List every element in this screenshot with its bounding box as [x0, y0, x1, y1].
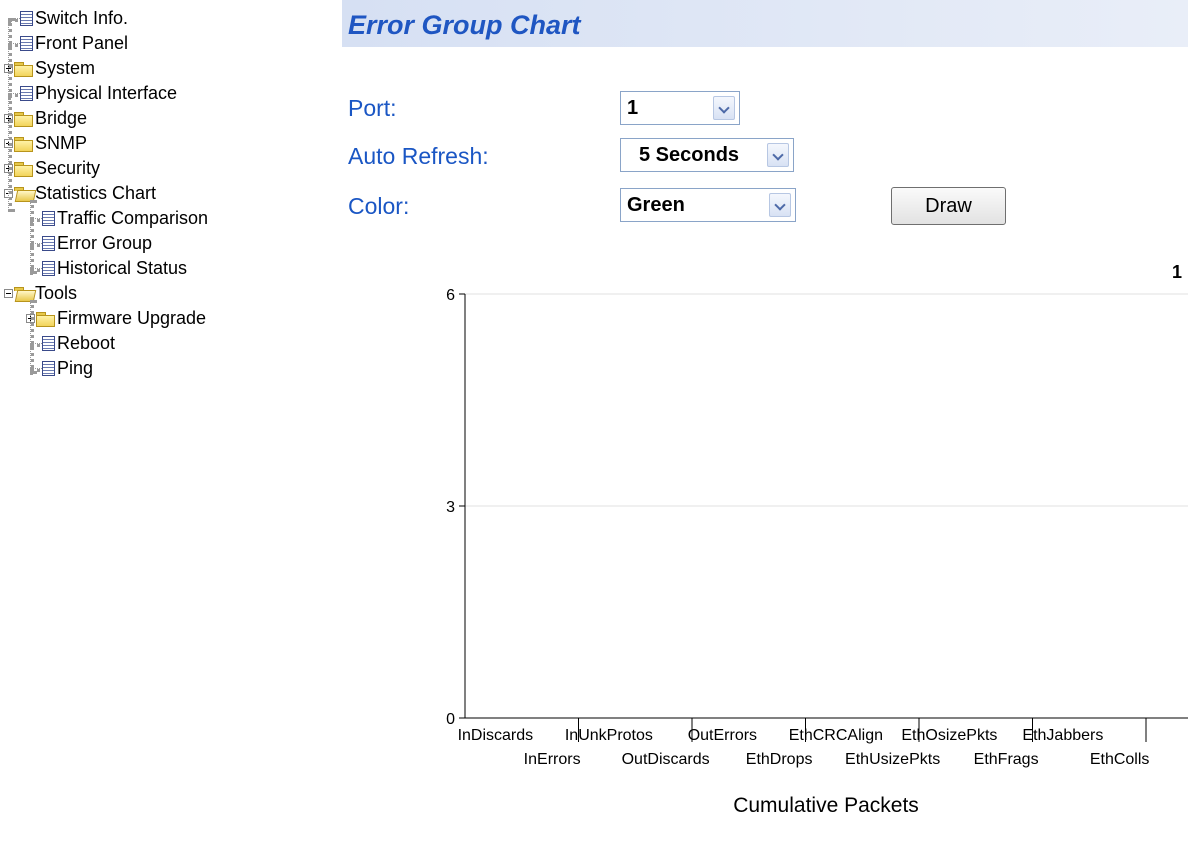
port-select[interactable]: 1	[620, 91, 740, 125]
x-tick-label: InDiscards	[458, 727, 534, 744]
x-tick-label: EthOsizePkts	[901, 727, 997, 744]
x-tick-label: InUnkProtos	[565, 727, 653, 744]
folder-icon	[14, 161, 33, 177]
chevron-down-icon[interactable]	[769, 193, 791, 217]
tree-item-label: Front Panel	[35, 33, 129, 53]
folder-open-icon	[14, 286, 33, 301]
page-icon	[42, 211, 55, 226]
tree-item-snmp[interactable]: SNMP	[4, 131, 87, 156]
folder-open-icon	[14, 186, 33, 201]
folder-icon	[14, 136, 33, 152]
tree-item-reboot[interactable]: Reboot	[26, 331, 115, 356]
x-tick-label: EthFrags	[974, 751, 1039, 768]
x-tick-label: EthColls	[1090, 751, 1150, 768]
tree-connector	[8, 18, 12, 212]
page-header: Error Group Chart	[342, 0, 1188, 47]
x-axis-label: Cumulative Packets	[733, 794, 919, 817]
page-icon	[42, 336, 55, 351]
x-tick-label: EthUsizePkts	[845, 751, 940, 768]
y-tick-label: 6	[446, 287, 455, 304]
tree-item-ping[interactable]: Ping	[26, 356, 93, 381]
x-tick-label: OutDiscards	[622, 751, 710, 768]
tree-item-bridge[interactable]: Bridge	[4, 106, 87, 131]
tree-item-security[interactable]: Security	[4, 156, 100, 181]
color-select-value: Green	[627, 193, 685, 216]
x-tick-label: InErrors	[524, 751, 581, 768]
chevron-down-icon[interactable]	[767, 143, 789, 167]
navigation-tree: Switch Info. Front Panel System Physical In…	[0, 6, 320, 386]
port-label: Port:	[348, 95, 397, 121]
page-icon	[20, 86, 33, 101]
draw-button[interactable]: Draw	[891, 187, 1006, 225]
tree-item-tools[interactable]: Tools	[4, 281, 77, 306]
tree-item-label: Historical Status	[57, 258, 188, 278]
tree-connector	[30, 200, 34, 274]
y-tick-label: 3	[446, 499, 455, 516]
color-select[interactable]: Green	[620, 188, 796, 222]
page-title: Error Group Chart	[348, 10, 581, 40]
page-icon	[42, 236, 55, 251]
port-select-value: 1	[627, 96, 639, 119]
folder-icon	[14, 61, 33, 77]
tree-item-label: Error Group	[57, 233, 153, 253]
tree-item-label: System	[35, 58, 96, 78]
tree-item-label: Bridge	[35, 108, 88, 128]
tree-item-label: SNMP	[35, 133, 88, 153]
x-tick-label: EthJabbers	[1022, 727, 1103, 744]
folder-icon	[36, 311, 55, 327]
tree-item-label: Tools	[35, 283, 78, 303]
tree-item-label: Firmware Upgrade	[57, 308, 207, 328]
tree-item-error-group[interactable]: Error Group	[26, 231, 152, 256]
tree-item-traffic-comparison[interactable]: Traffic Comparison	[26, 206, 208, 231]
tree-item-system[interactable]: System	[4, 56, 95, 81]
page-icon	[20, 36, 33, 51]
page-icon	[42, 261, 55, 276]
collapse-icon[interactable]	[4, 289, 13, 298]
folder-icon	[14, 111, 33, 127]
tree-item-label: Ping	[57, 358, 94, 378]
tree-item-label: Security	[35, 158, 101, 178]
tree-item-front-panel[interactable]: Front Panel	[4, 31, 128, 56]
tree-item-label: Traffic Comparison	[57, 208, 209, 228]
tree-item-historical-status[interactable]: Historical Status	[26, 256, 187, 281]
auto-refresh-label: Auto Refresh:	[348, 143, 489, 169]
tree-connector	[30, 300, 34, 374]
auto-refresh-select-value: 5 Seconds	[639, 143, 740, 166]
x-tick-label: OutErrors	[688, 727, 757, 744]
tree-item-label: Reboot	[57, 333, 116, 353]
tree-item-statistics-chart[interactable]: Statistics Chart	[4, 181, 156, 206]
page-icon	[42, 361, 55, 376]
chevron-down-icon[interactable]	[713, 96, 735, 120]
tree-item-label: Switch Info.	[35, 8, 129, 28]
x-tick-label: EthDrops	[746, 751, 813, 768]
y-tick-label: 0	[446, 711, 455, 728]
tree-item-label: Statistics Chart	[35, 183, 157, 203]
tree-item-switch-info[interactable]: Switch Info.	[4, 6, 128, 31]
tree-item-firmware-upgrade[interactable]: Firmware Upgrade	[26, 306, 206, 331]
tree-item-physical-interface[interactable]: Physical Interface	[4, 81, 177, 106]
page-icon	[20, 11, 33, 26]
tree-item-label: Physical Interface	[35, 83, 178, 103]
x-tick-label: EthCRCAlign	[789, 727, 883, 744]
color-label: Color:	[348, 193, 410, 219]
chart-title: 1	[1172, 262, 1182, 282]
auto-refresh-select[interactable]: 5 Seconds	[620, 138, 794, 172]
